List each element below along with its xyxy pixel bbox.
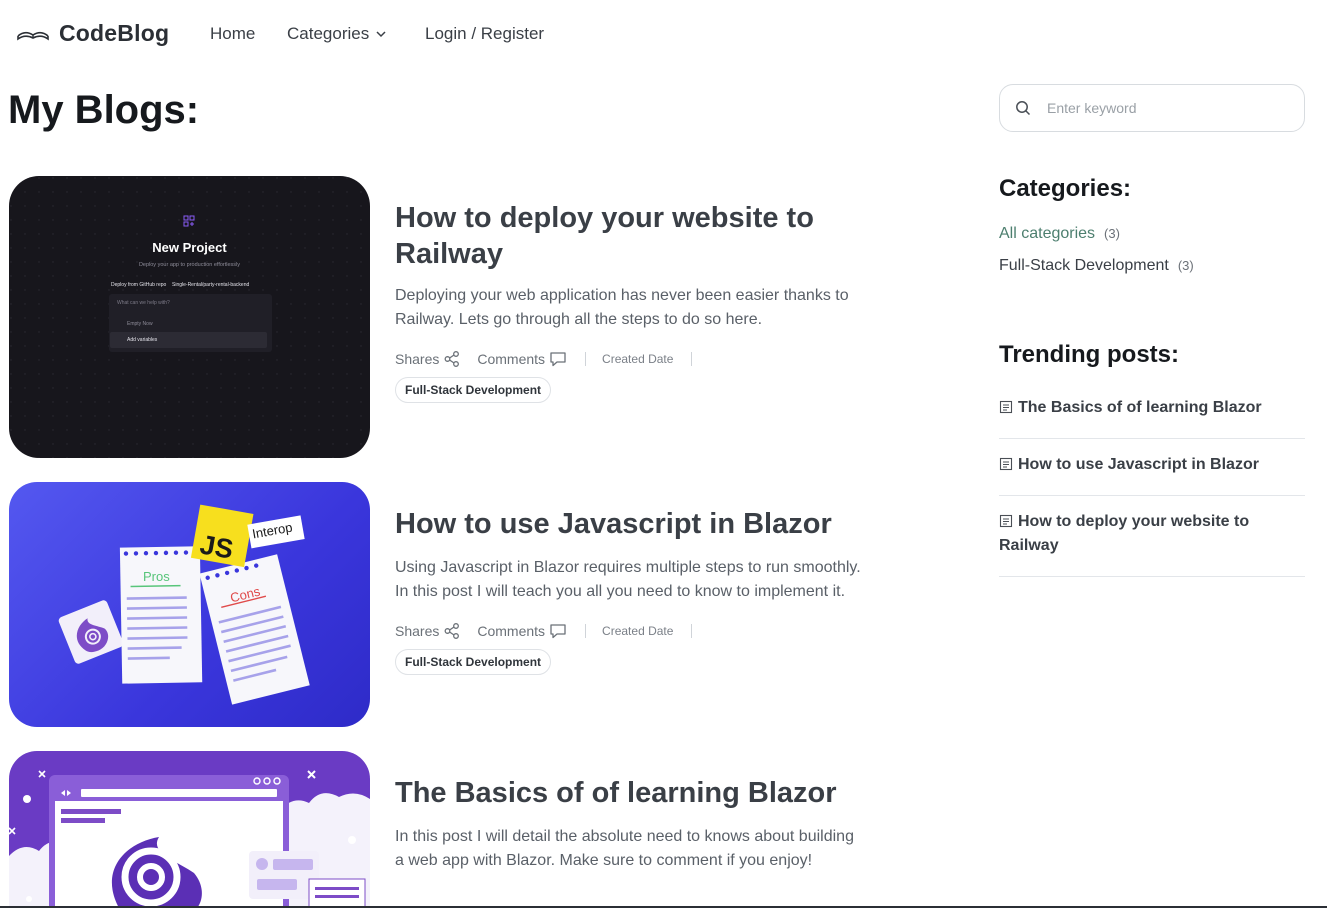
category-label: Full-Stack Development — [999, 257, 1169, 274]
brand-name: CodeBlog — [59, 19, 170, 46]
js-badge-text: JS — [197, 529, 236, 565]
search-icon — [1016, 101, 1031, 116]
comments-label: Comments — [477, 623, 546, 639]
search-box — [999, 84, 1305, 132]
open-book-icon — [17, 31, 49, 41]
trending-post-title: The Basics of of learning Blazor — [1018, 399, 1262, 416]
comments-label: Comments — [477, 351, 546, 367]
trending-heading: Trending posts: — [999, 341, 1179, 368]
thumb-item-variables: Add variables — [127, 337, 158, 343]
nav-categories-label: Categories — [287, 24, 370, 43]
post-thumbnail-js-blazor[interactable]: JS Interop Pros Cons — [9, 482, 370, 727]
meta-divider — [585, 352, 587, 366]
trending-post-item[interactable]: The Basics of of learning Blazor — [999, 396, 1305, 439]
thumb-heading: New Project — [152, 240, 227, 255]
created-date: Created Date — [602, 352, 674, 366]
category-tag[interactable]: Full-Stack Development — [395, 649, 552, 675]
blog-post-card: New Project Deploy your app to productio… — [9, 176, 869, 458]
created-date: Created Date — [602, 624, 674, 638]
comment-icon — [550, 352, 566, 367]
category-item-all[interactable]: All categories (3) — [999, 225, 1120, 243]
blog-post-card: The Basics of of learning Blazor In this… — [9, 751, 869, 908]
post-title[interactable]: How to deploy your website to Railway — [395, 200, 865, 272]
comments-button[interactable]: Comments — [477, 622, 567, 640]
post-title[interactable]: How to use Javascript in Blazor — [395, 506, 865, 542]
category-count: (3) — [1104, 226, 1120, 241]
category-count: (3) — [1177, 258, 1194, 273]
document-icon — [999, 400, 1013, 414]
thumb-ask-text: What can we help with? — [117, 300, 170, 306]
thumb-subheading: Deploy your app to production effortless… — [138, 262, 241, 268]
share-label: Shares — [395, 351, 440, 367]
top-nav: CodeBlog Home Categories Login / Registe… — [0, 0, 1327, 68]
category-label: All categories — [999, 225, 1096, 242]
meta-divider — [585, 624, 587, 638]
post-excerpt: Deploying your web application has never… — [395, 287, 849, 328]
brand[interactable]: CodeBlog — [16, 19, 169, 47]
blazor-browser-illustration — [9, 770, 370, 908]
meta-divider — [691, 624, 693, 638]
comments-button[interactable]: Comments — [477, 350, 567, 368]
thumb-option-github: Deploy from GitHub repo — [111, 282, 167, 288]
document-icon — [999, 514, 1013, 528]
category-tag[interactable]: Full-Stack Development — [395, 377, 552, 403]
thumb-item-empty: Empty Now — [127, 321, 153, 327]
trending-post-item[interactable]: How to deploy your website to Railway — [999, 510, 1305, 577]
search-input[interactable] — [1047, 100, 1277, 116]
comment-icon — [550, 624, 566, 639]
post-excerpt: In this post I will detail the absolute … — [395, 828, 854, 869]
pros-label: Pros — [143, 569, 170, 584]
thumb-option-repo: Single-Rental/party-rental-backend — [172, 282, 250, 288]
nav-login-register-link[interactable]: Login / Register — [425, 24, 544, 44]
post-title[interactable]: The Basics of of learning Blazor — [395, 775, 865, 811]
categories-heading: Categories: — [999, 175, 1132, 202]
trending-post-title: How to deploy your website to Railway — [999, 513, 1250, 554]
post-meta: Shares Comments Created Date — [395, 622, 865, 640]
post-body: How to use Javascript in Blazor Using Ja… — [395, 506, 865, 675]
nav-categories-dropdown[interactable]: Categories — [287, 24, 387, 44]
post-thumbnail-blazor-basics[interactable] — [9, 751, 370, 908]
post-thumbnail-railway[interactable]: New Project Deploy your app to productio… — [9, 176, 370, 458]
share-icon — [444, 623, 460, 639]
post-meta: Shares Comments Created Date — [395, 350, 865, 368]
js-blazor-illustration — [58, 504, 310, 705]
page-title: My Blogs: — [8, 88, 200, 132]
share-label: Shares — [395, 623, 440, 639]
railway-screenshot-image — [9, 176, 370, 458]
post-body: How to deploy your website to Railway De… — [395, 200, 865, 403]
chevron-down-icon — [376, 31, 386, 38]
meta-divider — [691, 352, 693, 366]
trending-post-item[interactable]: How to use Javascript in Blazor — [999, 453, 1305, 496]
share-button[interactable]: Shares — [395, 622, 461, 640]
category-item-full-stack[interactable]: Full-Stack Development (3) — [999, 257, 1194, 275]
blog-post-card: JS Interop Pros Cons How to use Javascri… — [9, 482, 869, 727]
post-body: The Basics of of learning Blazor In this… — [395, 775, 865, 873]
nav-home-link[interactable]: Home — [210, 24, 255, 44]
share-button[interactable]: Shares — [395, 350, 461, 368]
document-icon — [999, 457, 1013, 471]
post-excerpt: Using Javascript in Blazor requires mult… — [395, 559, 861, 600]
trending-post-title: How to use Javascript in Blazor — [1018, 456, 1259, 473]
share-icon — [444, 351, 460, 367]
